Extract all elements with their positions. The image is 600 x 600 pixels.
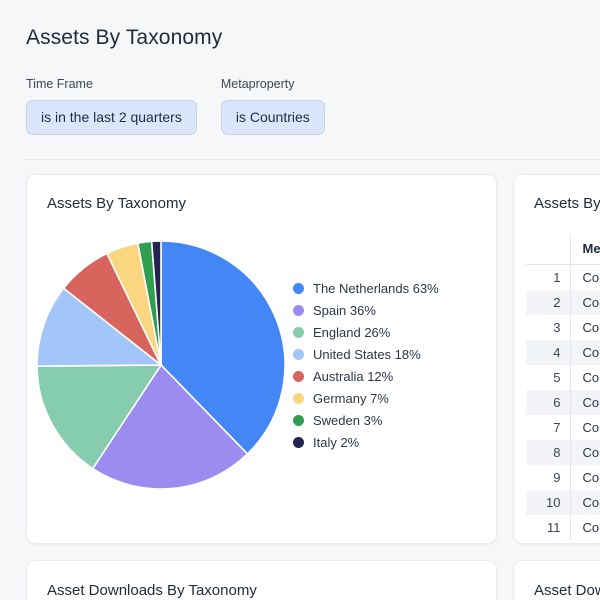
- table-cell-metaproperty: Cou: [570, 415, 600, 440]
- legend-color-swatch: [293, 305, 304, 316]
- filter-metaproperty-label: Metaproperty: [221, 77, 325, 91]
- table-cell-metaproperty: Cou: [570, 390, 600, 415]
- table-row[interactable]: 2Cou: [526, 290, 600, 315]
- table-row[interactable]: 9Cou: [526, 465, 600, 490]
- table-cell-index: 6: [526, 390, 570, 415]
- table-row[interactable]: 8Cou: [526, 440, 600, 465]
- table-cell-index: 8: [526, 440, 570, 465]
- page-header: Assets By Taxonomy Time Frame is in the …: [0, 0, 600, 160]
- legend-color-swatch: [293, 327, 304, 338]
- legend-item-label: Italy 2%: [313, 435, 359, 450]
- legend-item-label: The Netherlands 63%: [313, 281, 439, 296]
- table-head: Met: [526, 234, 600, 265]
- legend-item[interactable]: The Netherlands 63%: [293, 281, 439, 296]
- legend-color-swatch: [293, 283, 304, 294]
- table-row[interactable]: 5Cou: [526, 365, 600, 390]
- table-row[interactable]: 6Cou: [526, 390, 600, 415]
- dashboard-grid: Assets By Taxonomy The Netherlands 63% Sp…: [0, 160, 600, 600]
- table-cell-metaproperty: Cou: [570, 440, 600, 465]
- legend-item[interactable]: Germany 7%: [293, 391, 439, 406]
- pie-chart: [27, 239, 289, 491]
- table-body: 1Cou2Cou3Cou4Cou5Cou6Cou7Cou8Cou9Cou10Co…: [526, 265, 600, 541]
- table-header-metaproperty: Met: [570, 234, 600, 265]
- filter-time-frame-pill[interactable]: is in the last 2 quarters: [26, 100, 197, 135]
- table-cell-metaproperty: Cou: [570, 315, 600, 340]
- table-cell-index: 9: [526, 465, 570, 490]
- legend-color-swatch: [293, 437, 304, 448]
- legend-item[interactable]: England 26%: [293, 325, 439, 340]
- table-row[interactable]: 11Cou: [526, 515, 600, 540]
- table-cell-index: 7: [526, 415, 570, 440]
- legend-item-label: England 26%: [313, 325, 390, 340]
- legend-item-label: Australia 12%: [313, 369, 393, 384]
- card-assets-by-taxonomy-table: Assets By Met 1Cou2Cou3Cou4Cou5Cou6Cou7C…: [513, 174, 600, 544]
- table-cell-metaproperty: Cou: [570, 465, 600, 490]
- filter-metaproperty: Metaproperty is Countries: [221, 77, 325, 135]
- legend-color-swatch: [293, 415, 304, 426]
- legend-item[interactable]: Sweden 3%: [293, 413, 439, 428]
- table-cell-metaproperty: Cou: [570, 290, 600, 315]
- legend-item-label: Spain 36%: [313, 303, 376, 318]
- filter-time-frame-label: Time Frame: [26, 77, 197, 91]
- filter-time-frame: Time Frame is in the last 2 quarters: [26, 77, 197, 135]
- assets-table: Met 1Cou2Cou3Cou4Cou5Cou6Cou7Cou8Cou9Cou…: [526, 234, 600, 540]
- table-row[interactable]: 4Cou: [526, 340, 600, 365]
- table-cell-index: 1: [526, 265, 570, 291]
- table-cell-metaproperty: Cou: [570, 515, 600, 540]
- table-cell-metaproperty: Cou: [570, 340, 600, 365]
- legend-color-swatch: [293, 371, 304, 382]
- table-cell-metaproperty: Cou: [570, 265, 600, 291]
- table-row[interactable]: 1Cou: [526, 265, 600, 291]
- card-title-bottom-right: Asset Dow: [514, 561, 600, 599]
- filter-bar: Time Frame is in the last 2 quarters Met…: [26, 77, 600, 135]
- table-header-index: [526, 234, 570, 265]
- filter-metaproperty-pill[interactable]: is Countries: [221, 100, 325, 135]
- table-row[interactable]: 10Cou: [526, 490, 600, 515]
- table-cell-metaproperty: Cou: [570, 365, 600, 390]
- table-cell-index: 5: [526, 365, 570, 390]
- legend-item-label: Germany 7%: [313, 391, 389, 406]
- card-asset-downloads-by-taxonomy: Asset Downloads By Taxonomy: [26, 560, 497, 600]
- card-asset-downloads-secondary: Asset Dow: [513, 560, 600, 600]
- pie-chart-legend: The Netherlands 63% Spain 36% England 26% U…: [289, 281, 439, 450]
- page-title: Assets By Taxonomy: [26, 26, 600, 50]
- legend-color-swatch: [293, 349, 304, 360]
- legend-color-swatch: [293, 393, 304, 404]
- legend-item-label: Sweden 3%: [313, 413, 382, 428]
- card-assets-by-taxonomy-pie: Assets By Taxonomy The Netherlands 63% Sp…: [26, 174, 497, 544]
- table-row[interactable]: 7Cou: [526, 415, 600, 440]
- pie-chart-svg[interactable]: [35, 239, 287, 491]
- legend-item-label: United States 18%: [313, 347, 421, 362]
- legend-item[interactable]: United States 18%: [293, 347, 439, 362]
- legend-item[interactable]: Spain 36%: [293, 303, 439, 318]
- table-cell-index: 4: [526, 340, 570, 365]
- card-title-bottom-left: Asset Downloads By Taxonomy: [27, 561, 496, 599]
- legend-item[interactable]: Italy 2%: [293, 435, 439, 450]
- card-title-table: Assets By: [514, 175, 600, 212]
- table-cell-index: 3: [526, 315, 570, 340]
- card-title-pie: Assets By Taxonomy: [27, 175, 496, 212]
- table-container: Met 1Cou2Cou3Cou4Cou5Cou6Cou7Cou8Cou9Cou…: [514, 212, 600, 540]
- legend-item[interactable]: Australia 12%: [293, 369, 439, 384]
- table-cell-index: 11: [526, 515, 570, 540]
- table-row[interactable]: 3Cou: [526, 315, 600, 340]
- table-header-row: Met: [526, 234, 600, 265]
- pie-chart-body: The Netherlands 63% Spain 36% England 26% U…: [27, 212, 496, 512]
- table-cell-metaproperty: Cou: [570, 490, 600, 515]
- table-cell-index: 10: [526, 490, 570, 515]
- table-cell-index: 2: [526, 290, 570, 315]
